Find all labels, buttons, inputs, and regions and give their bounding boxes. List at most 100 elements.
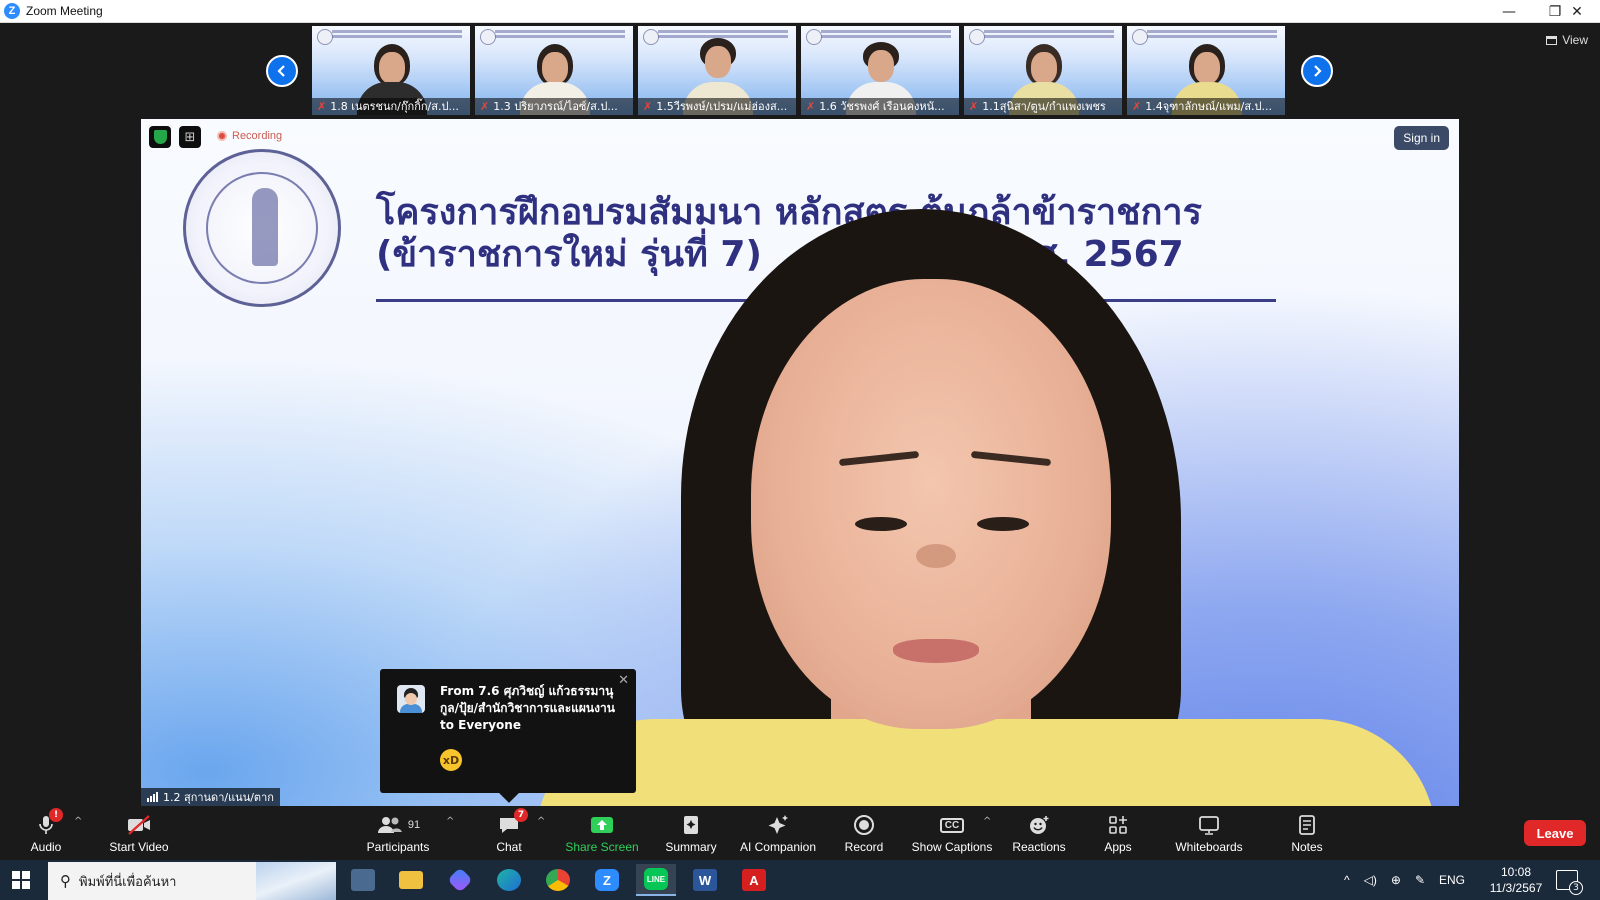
speaker-shirt [536, 719, 1436, 806]
chevron-right-icon [1314, 65, 1322, 77]
participants-options-caret[interactable]: ^ [446, 816, 454, 827]
zoom-app-icon[interactable]: Z [587, 864, 627, 896]
audio-button[interactable]: ! Audio [28, 806, 64, 860]
network-globe-icon[interactable]: ⊕ [1391, 873, 1401, 887]
seal-logo [1132, 29, 1148, 45]
leave-button[interactable]: Leave [1524, 820, 1586, 846]
participant-tile[interactable]: ✗ 1.8 เนตรชนก/กุ๊กกิ๊ก/ส.ป... [312, 26, 470, 115]
speaker-lips [893, 639, 979, 663]
participants-label: Participants [366, 840, 430, 854]
avatar [397, 685, 425, 713]
apps-label: Apps [1104, 840, 1132, 854]
participant-tile[interactable]: ✗ 1.4จุฑาลักษณ์/แพม/ส.ป... [1127, 26, 1285, 115]
seal-logo [643, 29, 659, 45]
audio-label: Audio [30, 840, 62, 854]
language-indicator[interactable]: ENG [1439, 873, 1465, 887]
notification-center-icon[interactable]: 3 [1556, 870, 1583, 895]
mic-muted-icon: ✗ [643, 100, 653, 113]
speaker-name-bar: 1.2 สุกานดา/แนน/ตาก [141, 788, 280, 806]
chat-notification-popup[interactable]: From 7.6 ศุภวิชญ์ แก้วธรรมานุกูล/ปุ้ย/สำ… [380, 669, 636, 803]
seal-logo [806, 29, 822, 45]
windows-start-icon[interactable] [12, 871, 30, 889]
seal-logo [969, 29, 985, 45]
participants-button[interactable]: 91 Participants [365, 806, 431, 860]
gallery-prev-button[interactable] [266, 55, 298, 87]
smiley-icon [1030, 816, 1049, 834]
close-window-button[interactable]: ✕ [1554, 0, 1600, 23]
participant-name-label: ✗ 1.8 เนตรชนก/กุ๊กกิ๊ก/ส.ป... [312, 98, 470, 115]
taskbar-clock[interactable]: 10:08 11/3/2567 [1486, 864, 1546, 896]
share-screen-label: Share Screen [565, 840, 639, 854]
chrome-icon[interactable] [538, 864, 578, 896]
summary-button[interactable]: Summary [664, 806, 718, 860]
chat-options-caret[interactable]: ^ [537, 816, 545, 827]
participant-name-label: ✗ 1.5วีรพงษ์/เปรม/แม่ฮ่องส... [638, 98, 796, 115]
start-video-label: Start Video [109, 840, 169, 854]
file-explorer-icon[interactable] [391, 864, 431, 896]
whiteboard-icon [1199, 816, 1219, 835]
mic-muted-icon: ✗ [806, 100, 816, 113]
line-app-icon[interactable]: LINE [636, 864, 676, 896]
chat-button[interactable]: 7 Chat [492, 806, 528, 860]
participant-name-label: ✗ 1.6 วัชรพงศ์ เรือนคงหนั... [801, 98, 959, 115]
laughing-face-emoji: xD [440, 749, 462, 771]
ai-companion-button[interactable]: AI Companion [737, 806, 819, 860]
reactions-button[interactable]: Reactions [1012, 806, 1066, 860]
active-speaker-video[interactable]: โครงการฝึกอบรมสัมมนา หลักสูตร ต้นกล้าข้า… [141, 119, 1459, 806]
speaker-eye [855, 517, 907, 531]
gallery-next-button[interactable] [1301, 55, 1333, 87]
show-captions-button[interactable]: CC Show Captions [910, 806, 994, 860]
mic-muted-icon: ✗ [317, 100, 327, 113]
security-shield-button[interactable] [149, 126, 171, 148]
notes-button[interactable]: Notes [1289, 806, 1325, 860]
layout-grid-button[interactable]: ⊞ [179, 126, 201, 148]
apps-icon [1109, 816, 1127, 834]
chevron-left-icon [277, 65, 285, 77]
record-button[interactable]: Record [841, 806, 887, 860]
whiteboards-button[interactable]: Whiteboards [1172, 806, 1246, 860]
participant-tile[interactable]: ✗ 1.1สุนิสา/ตูน/กำแพงเพชร [964, 26, 1122, 115]
view-label: View [1562, 33, 1588, 47]
chat-from-text: From 7.6 ศุภวิชญ์ แก้วธรรมานุกูล/ปุ้ย/สำ… [440, 684, 615, 732]
sign-in-button[interactable]: Sign in [1394, 126, 1449, 150]
minimize-button[interactable]: — [1486, 0, 1532, 23]
task-view-icon[interactable] [343, 864, 383, 896]
copilot-icon[interactable] [440, 864, 480, 896]
participants-icon [377, 817, 402, 833]
share-screen-icon [591, 817, 613, 833]
signal-strength-icon [147, 792, 158, 802]
taskbar-search[interactable]: ⚲ พิมพ์ที่นี่เพื่อค้นหา [48, 862, 336, 900]
participants-count: 91 [407, 819, 421, 831]
acrobat-icon[interactable]: A [734, 864, 774, 896]
participant-name-label: ✗ 1.1สุนิสา/ตูน/กำแพงเพชร [964, 98, 1122, 115]
search-placeholder: พิมพ์ที่นี่เพื่อค้นหา [79, 874, 177, 890]
participant-tile[interactable]: ✗ 1.6 วัชรพงศ์ เรือนคงหนั... [801, 26, 959, 115]
participant-tile[interactable]: ✗ 1.5วีรพงษ์/เปรม/แม่ฮ่องส... [638, 26, 796, 115]
word-icon[interactable]: W [685, 864, 725, 896]
shield-icon [153, 130, 167, 144]
tray-overflow-icon[interactable]: ^ [1344, 873, 1350, 887]
ai-companion-label: AI Companion [739, 840, 817, 854]
view-grid-icon [1546, 35, 1558, 45]
audio-options-caret[interactable]: ^ [74, 816, 82, 827]
meeting-toolbar: ! Audio ^ Start Video 91 Participants ^ … [0, 806, 1600, 860]
apps-button[interactable]: Apps [1101, 806, 1135, 860]
pen-icon[interactable]: ✎ [1415, 873, 1425, 887]
edge-icon[interactable] [489, 864, 529, 896]
captions-options-caret[interactable]: ^ [983, 816, 991, 827]
video-off-icon [128, 815, 150, 835]
summary-icon [684, 816, 698, 834]
zoom-logo-icon: Z [4, 3, 20, 19]
notes-label: Notes [1291, 840, 1323, 854]
clock-time: 10:08 [1500, 865, 1532, 879]
volume-icon[interactable]: ◁) [1364, 873, 1377, 887]
view-button[interactable]: View [1546, 33, 1588, 47]
start-video-button[interactable]: Start Video [104, 806, 174, 860]
close-popup-button[interactable]: ✕ [618, 673, 629, 688]
share-screen-button[interactable]: Share Screen [565, 806, 639, 860]
show-captions-label: Show Captions [911, 840, 993, 854]
window-title: Zoom Meeting [26, 4, 103, 18]
participant-name-label: ✗ 1.4จุฑาลักษณ์/แพม/ส.ป... [1127, 98, 1285, 115]
zoom-meeting-window: Z Zoom Meeting — ❐ ✕ ✗ 1.8 เนตรชนก/กุ๊กกิ… [0, 0, 1600, 900]
participant-tile[interactable]: ✗ 1.3 ปริยาภรณ์/ไอซ์/ส.ป... [475, 26, 633, 115]
